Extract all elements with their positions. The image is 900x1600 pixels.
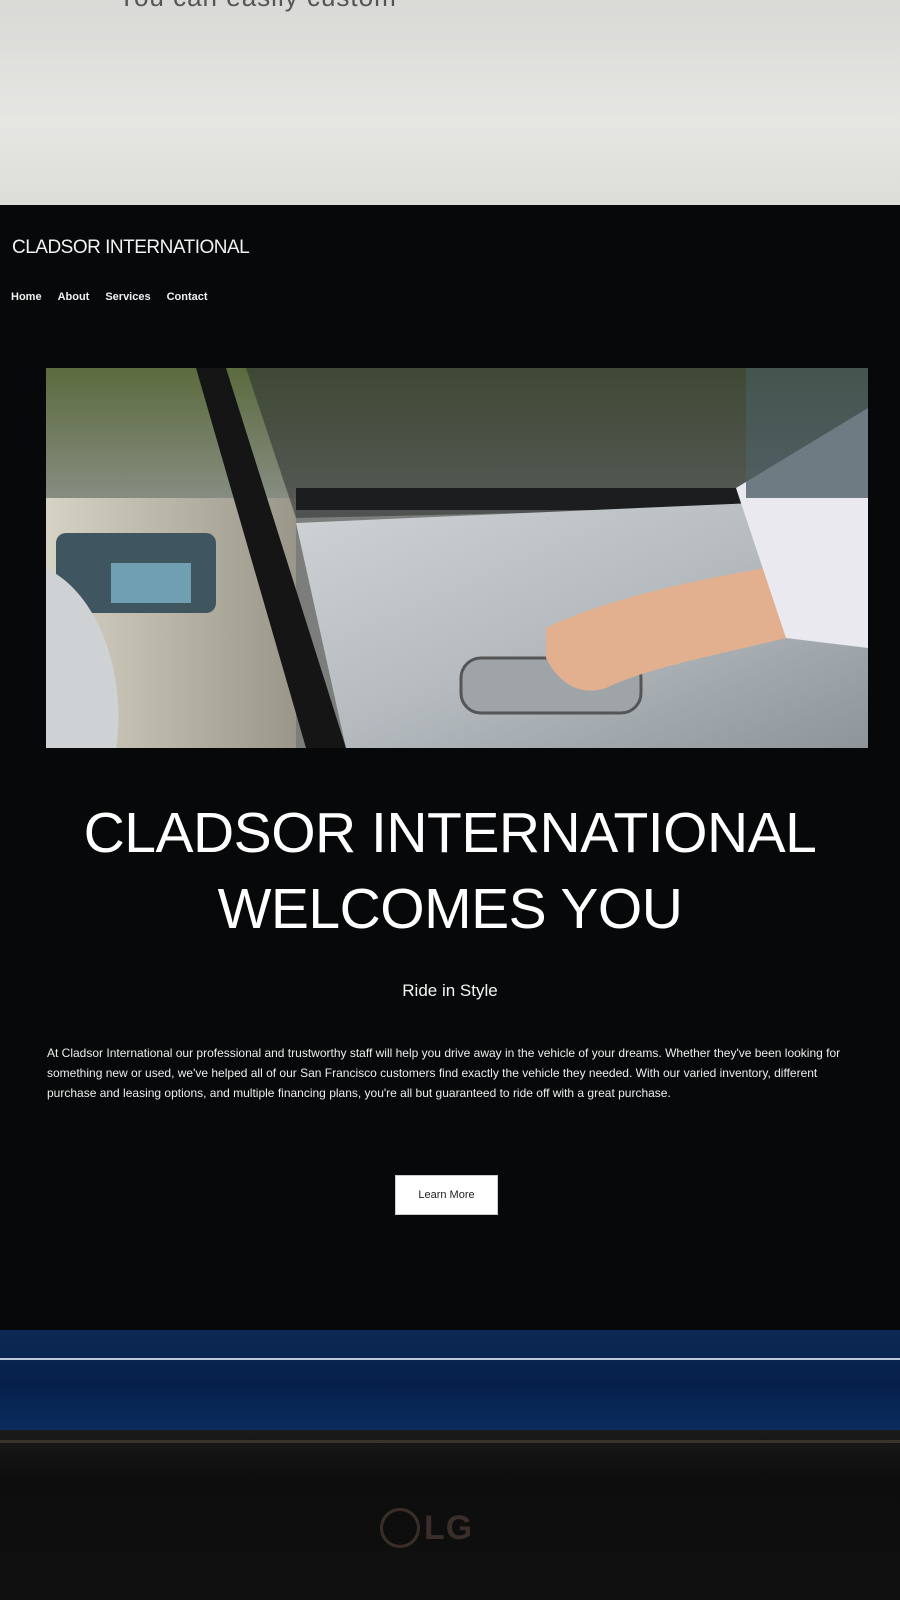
nav-about[interactable]: About [58, 291, 90, 303]
footer-strip [0, 1330, 900, 1430]
hero-image [46, 368, 868, 748]
hero-headline: CLADSOR INTERNATIONAL WELCOMES YOU [0, 795, 900, 947]
footer-divider [0, 1358, 900, 1360]
lg-logo-icon [380, 1508, 420, 1548]
intro-paragraph: At Cladsor International our professiona… [47, 1046, 841, 1100]
nav-home[interactable]: Home [11, 291, 42, 303]
bezel-edge [0, 1440, 900, 1443]
desktop-top-band: You can easily custom [0, 0, 900, 205]
hero-subhead: Ride in Style [402, 981, 498, 1000]
learn-more-button[interactable]: Learn More [395, 1175, 498, 1215]
lg-logo: LG [380, 1508, 473, 1548]
car-door-photo [46, 368, 868, 748]
headline-line-2: WELCOMES YOU [217, 877, 683, 941]
lg-logo-text: LG [424, 1508, 474, 1547]
nav-services[interactable]: Services [105, 291, 150, 303]
main-nav: Home About Services Contact [11, 291, 208, 303]
nav-contact[interactable]: Contact [167, 291, 208, 303]
headline-line-1: CLADSOR INTERNATIONAL [83, 801, 817, 865]
site-brand[interactable]: CLADSOR INTERNATIONAL [12, 237, 250, 259]
website: CLADSOR INTERNATIONAL Home About Service… [0, 205, 900, 1330]
partial-heading: You can easily custom [118, 0, 397, 13]
